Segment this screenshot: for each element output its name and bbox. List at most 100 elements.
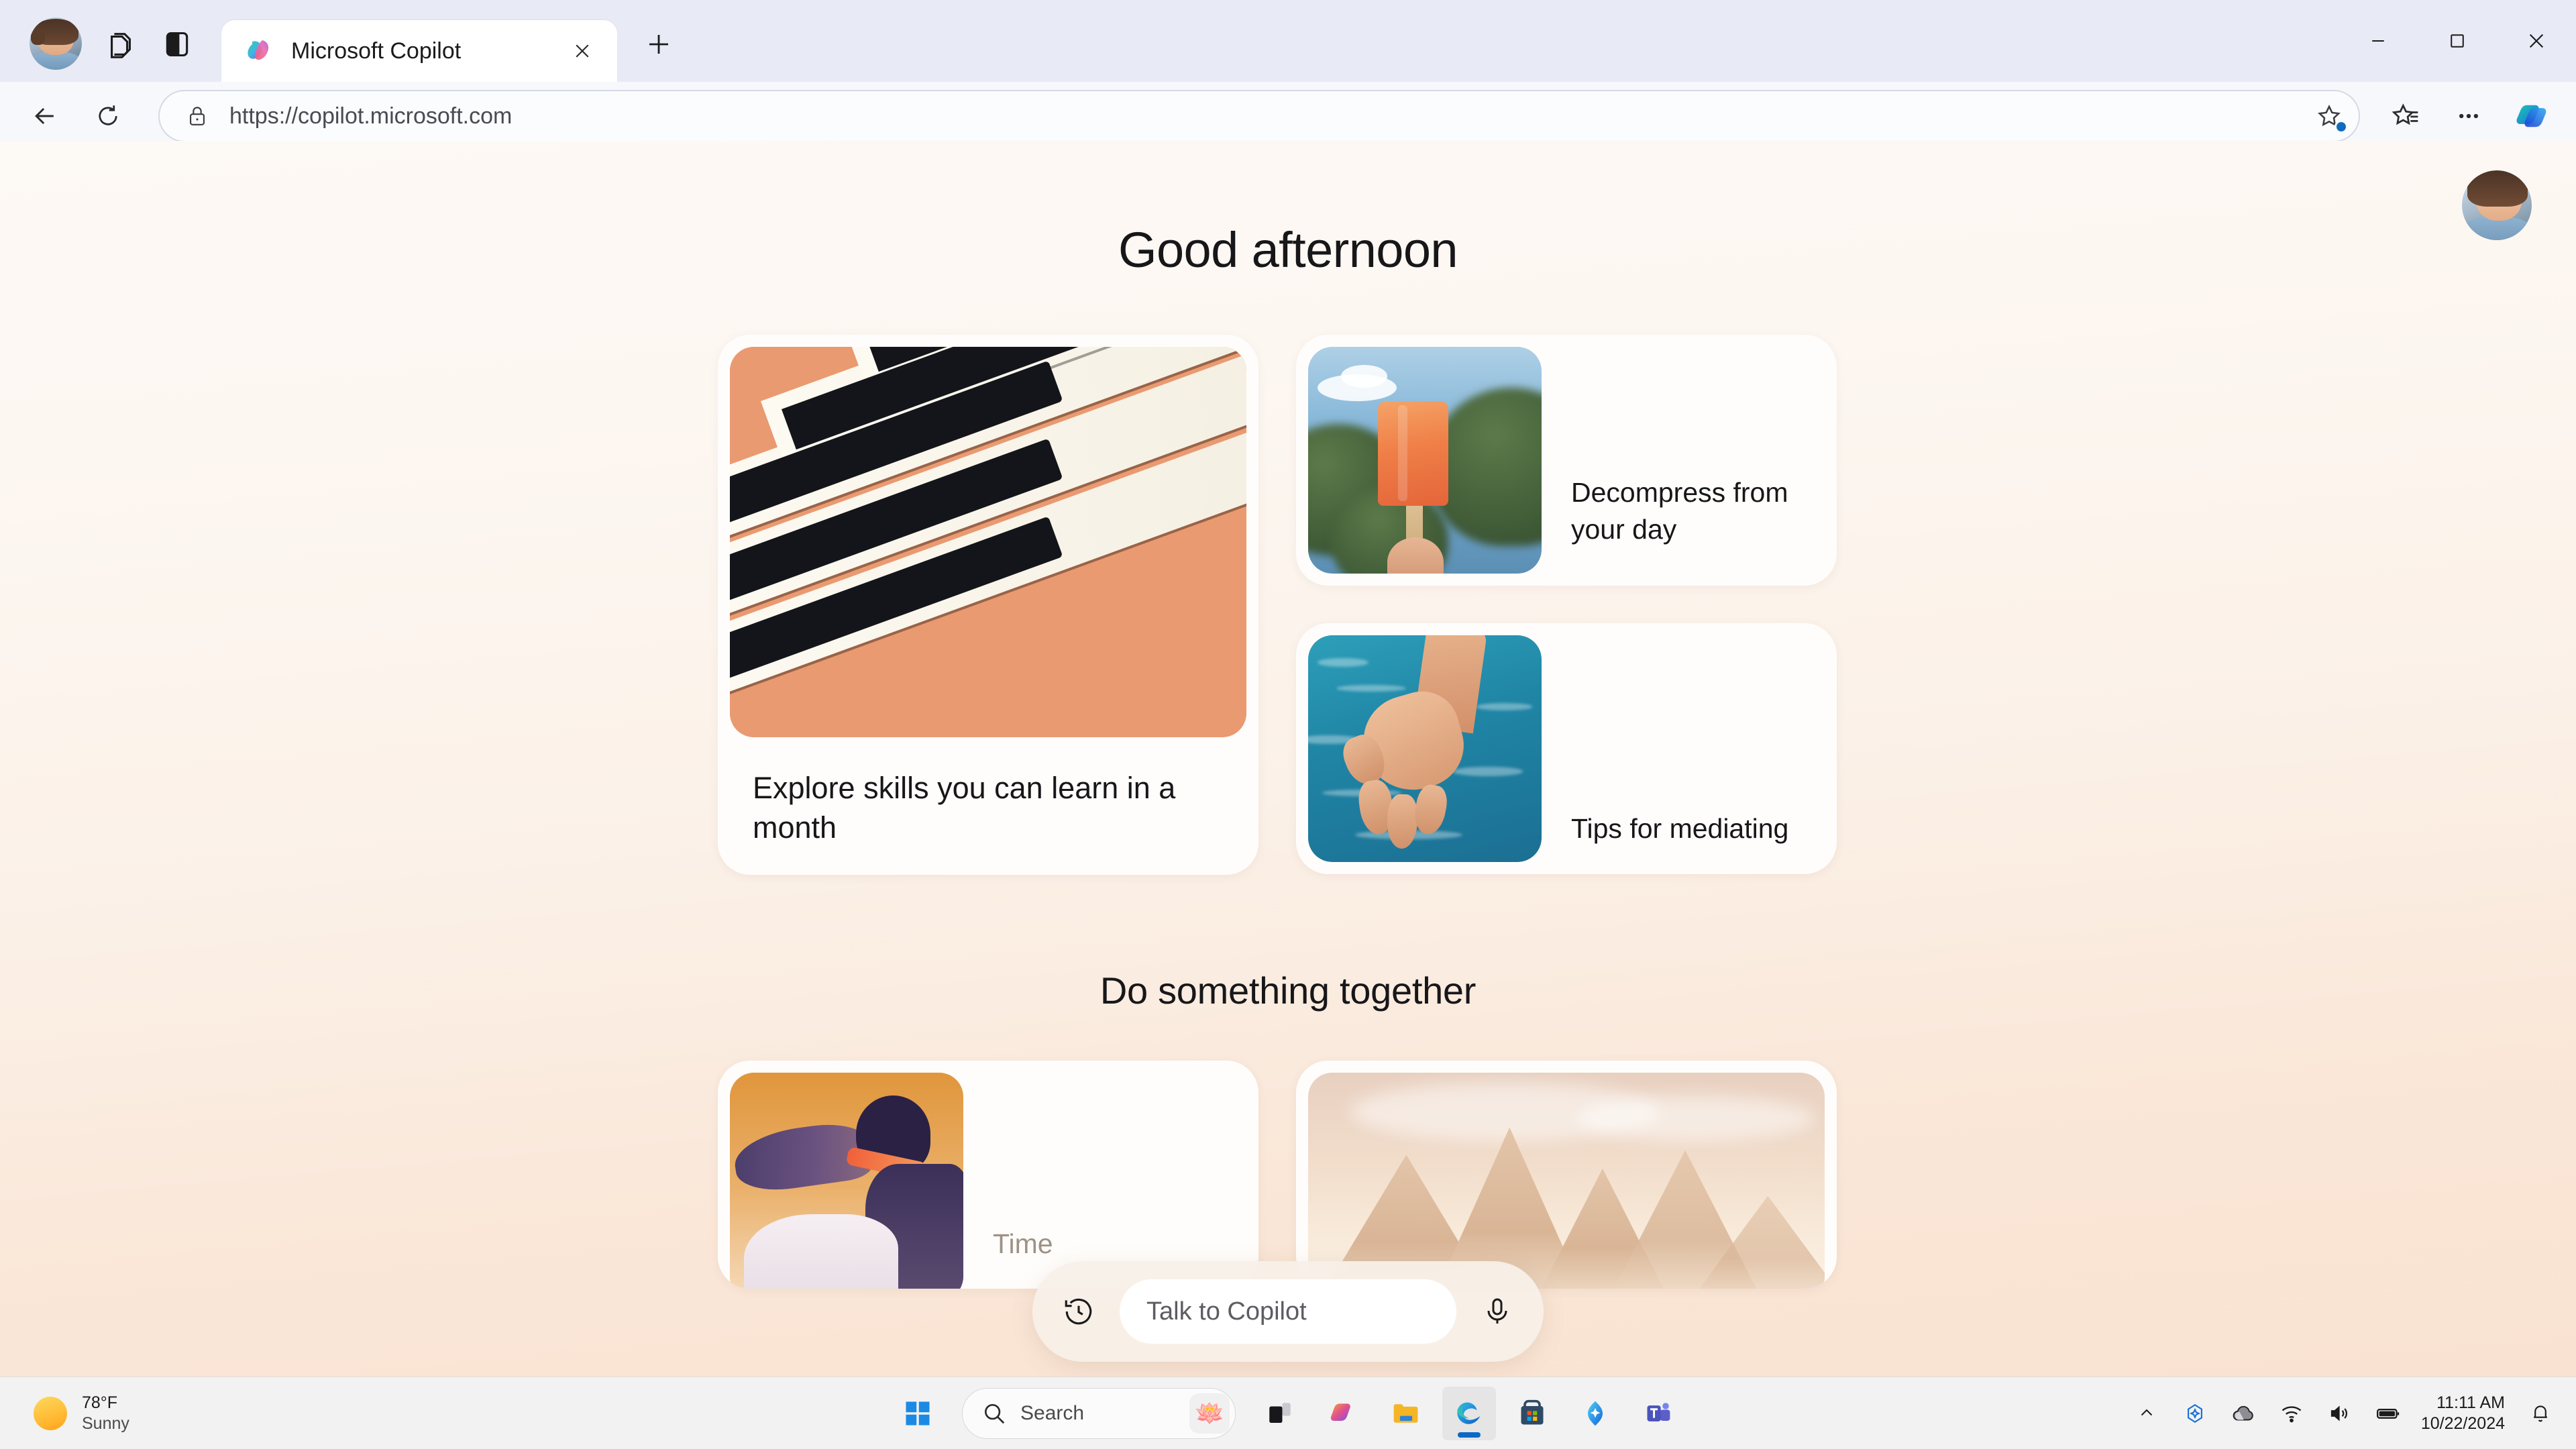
show-hidden-icons-button[interactable]: [2125, 1388, 2169, 1439]
lock-icon: [190, 107, 205, 125]
suggestion-card-title: Tips for mediating: [1571, 813, 1789, 845]
file-explorer-button[interactable]: [1379, 1387, 1433, 1440]
windows-start-icon: [906, 1401, 930, 1425]
copilot-sidebar-button[interactable]: [2505, 89, 2559, 143]
suggestion-card-title: Explore skills you can learn in a month: [753, 771, 1176, 845]
taskbar-search-label: Search: [1020, 1401, 1085, 1424]
microsoft-teams-button[interactable]: [1631, 1387, 1685, 1440]
taskbar-weather-widget[interactable]: 78°F Sunny: [0, 1393, 129, 1434]
suggestion-cards: Explore skills you can learn in a month: [718, 335, 1858, 875]
suggestion-cards-column: Decompress from your day Tips for mediat…: [1296, 335, 1837, 875]
maximize-button[interactable]: [2418, 14, 2497, 68]
together-card-time[interactable]: Time: [718, 1061, 1258, 1289]
bell-icon: [2534, 1405, 2547, 1421]
wifi-button[interactable]: [2269, 1388, 2314, 1439]
start-button[interactable]: [891, 1387, 945, 1440]
speaker-icon: [2330, 1405, 2347, 1421]
weather-temperature: 78°F: [82, 1393, 118, 1412]
together-cards: Time: [718, 1061, 1858, 1289]
copilot-taskbar-icon: [1330, 1403, 1350, 1421]
system-tray: 11:11 AM 10/22/2024: [2125, 1388, 2563, 1439]
close-icon: [576, 44, 589, 58]
together-card-title: Time: [993, 1228, 1053, 1259]
copilot-input-wrapper[interactable]: Talk to Copilot: [1120, 1279, 1456, 1344]
cloud-status-button[interactable]: [2221, 1388, 2265, 1439]
search-icon: [984, 1403, 1005, 1424]
copilot-taskbar-button[interactable]: [1316, 1387, 1370, 1440]
address-bar[interactable]: https://copilot.microsoft.com: [158, 90, 2360, 142]
wifi-icon: [2282, 1405, 2302, 1422]
close-icon: [2529, 34, 2544, 48]
taskbar-search-highlight-icon[interactable]: 🪷: [1189, 1393, 1230, 1434]
tab-title: Microsoft Copilot: [291, 38, 462, 64]
split-screen-button[interactable]: [152, 19, 203, 70]
workspaces-button[interactable]: [95, 19, 146, 70]
taskbar-clock[interactable]: 11:11 AM 10/22/2024: [2414, 1393, 2514, 1434]
microsoft-edge-button[interactable]: [1442, 1386, 1496, 1440]
microphone-button[interactable]: [1472, 1287, 1522, 1336]
browser-profile-avatar[interactable]: [30, 17, 82, 70]
copilot-icon: [248, 40, 269, 60]
taskbar-center-group: Search 🪷: [891, 1386, 1685, 1440]
window-close-button[interactable]: [2497, 14, 2576, 68]
suggestion-card-title: Decompress from your day: [1571, 477, 1788, 545]
volume-button[interactable]: [2318, 1388, 2362, 1439]
back-arrow-icon: [35, 107, 54, 125]
microsoft-edge-icon: [1457, 1402, 1481, 1424]
microsoft-store-button[interactable]: [1505, 1387, 1559, 1440]
avatar-hair: [30, 18, 79, 45]
history-button[interactable]: [1054, 1287, 1104, 1336]
tab-close-button[interactable]: [565, 34, 600, 68]
copilot-app-button[interactable]: [1568, 1387, 1622, 1440]
page-title: Good afternoon: [1118, 222, 1458, 278]
onedrive-sync-button[interactable]: [2173, 1388, 2217, 1439]
weather-text: 78°F Sunny: [82, 1393, 129, 1434]
browser-window: Microsoft Copilot https://copilot.micros…: [0, 0, 2576, 1377]
piano-keys-image: [730, 347, 1246, 737]
together-card-title: [1825, 1262, 1837, 1277]
minimize-button[interactable]: [2339, 14, 2418, 68]
page-user-avatar[interactable]: [2462, 170, 2532, 240]
file-explorer-icon: [1393, 1403, 1418, 1423]
add-favorite-button[interactable]: [2306, 93, 2352, 139]
split-screen-icon: [166, 32, 189, 57]
task-view-button[interactable]: [1253, 1387, 1307, 1440]
site-info-button[interactable]: [182, 101, 212, 131]
windows-taskbar: 78°F Sunny Search 🪷 11:11 AM 10/22/2024: [0, 1377, 2576, 1449]
favorite-badge: [2334, 120, 2348, 133]
tab-strip: Microsoft Copilot: [0, 0, 2576, 82]
onedrive-blue-icon: [2187, 1403, 2202, 1423]
suggestion-card-small-mediating[interactable]: Tips for mediating: [1296, 623, 1837, 874]
suggestion-card-small-decompress[interactable]: Decompress from your day: [1296, 335, 1837, 586]
taskbar-search-box[interactable]: Search 🪷: [962, 1387, 1236, 1439]
mountain-sunset-image: [1308, 1073, 1825, 1289]
notifications-button[interactable]: [2518, 1388, 2563, 1439]
copilot-composer: Talk to Copilot: [1032, 1261, 1544, 1362]
address-bar-actions: [2306, 93, 2352, 139]
copilot-app-icon: [1588, 1401, 1603, 1426]
favorites-button[interactable]: [2379, 89, 2432, 143]
back-button[interactable]: [17, 89, 72, 144]
microsoft-teams-icon: [1647, 1402, 1670, 1421]
new-tab-button[interactable]: [635, 20, 683, 68]
clock-time: 11:11 AM: [2436, 1393, 2505, 1412]
microphone-icon: [1487, 1298, 1507, 1324]
minimize-icon: [2372, 40, 2384, 42]
avatar-hair: [2467, 170, 2528, 207]
runner-illustration-image: [730, 1073, 963, 1289]
suggestion-card-large[interactable]: Explore skills you can learn in a month: [718, 335, 1258, 875]
copilot-page: Good afternoon Explore skills you can le…: [0, 141, 2576, 1377]
clock-date: 10/22/2024: [2420, 1413, 2505, 1433]
refresh-button[interactable]: [80, 89, 136, 144]
copilot-input-placeholder[interactable]: Talk to Copilot: [1146, 1297, 1307, 1326]
browser-tab[interactable]: Microsoft Copilot: [221, 20, 617, 82]
battery-button[interactable]: [2366, 1388, 2410, 1439]
history-clock-icon: [1065, 1298, 1092, 1325]
copilot-sidebar-icon: [2516, 105, 2546, 127]
together-card-mountains[interactable]: [1296, 1061, 1837, 1289]
address-bar-url[interactable]: https://copilot.microsoft.com: [229, 103, 2306, 129]
cloud-icon: [2233, 1405, 2253, 1420]
browser-toolbar: https://copilot.microsoft.com: [0, 82, 2576, 150]
browser-more-options-button[interactable]: [2442, 89, 2496, 143]
favorites-star-list-icon: [2392, 103, 2418, 125]
